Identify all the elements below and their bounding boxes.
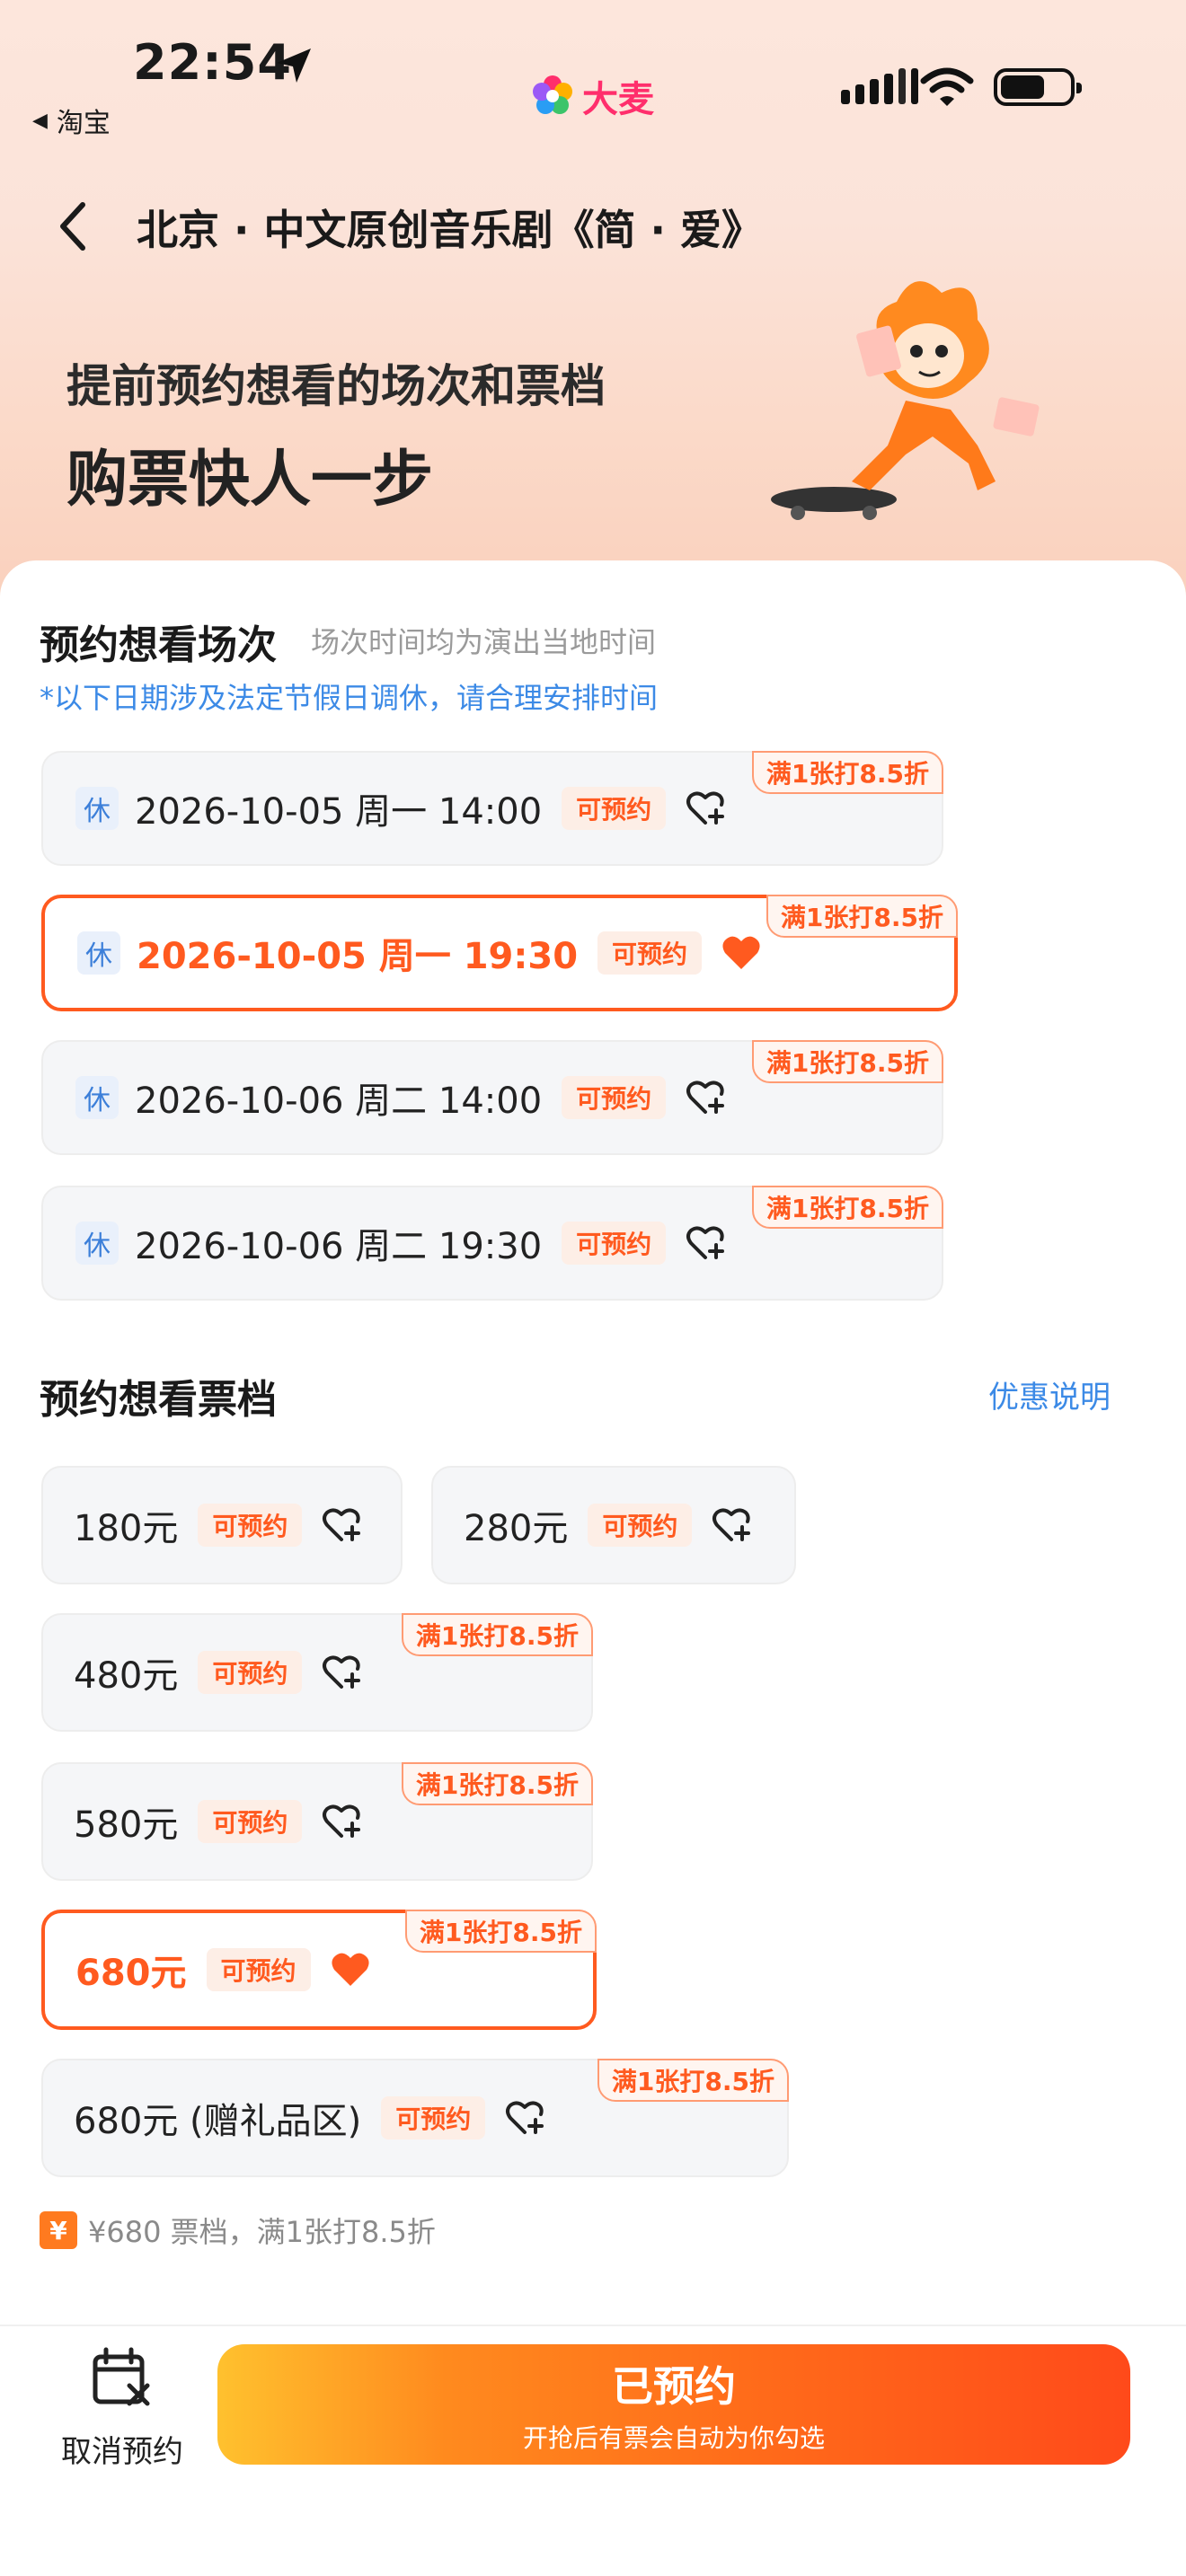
reserved-button-title: 已预约 bbox=[612, 2362, 736, 2411]
rest-day-badge: 休 bbox=[75, 1076, 119, 1119]
heart-filled-icon[interactable] bbox=[721, 935, 761, 971]
heart-add-icon[interactable] bbox=[712, 1507, 751, 1543]
session-option[interactable]: 休 2026-10-06 周二 14:00 可预约 满1张打8.5折 bbox=[41, 1040, 943, 1155]
price-label: 180元 bbox=[74, 1508, 179, 1549]
discount-tag: 满1张打8.5折 bbox=[751, 751, 943, 794]
promo-info-link[interactable]: 优惠说明 bbox=[988, 1372, 1111, 1416]
cancel-reservation-label: 取消预约 bbox=[61, 2434, 183, 2470]
discount-tag: 满1张打8.5折 bbox=[751, 1186, 943, 1229]
availability-badge: 可预约 bbox=[198, 1504, 303, 1547]
price-option-selected[interactable]: 680元 可预约 满1张打8.5折 bbox=[41, 1910, 597, 2030]
discount-tag: 满1张打8.5折 bbox=[597, 2059, 789, 2102]
heart-add-icon[interactable] bbox=[686, 1225, 725, 1261]
price-label: 580元 bbox=[74, 1804, 179, 1846]
brand-logo: 大麦 bbox=[530, 70, 654, 122]
heart-add-icon[interactable] bbox=[686, 1080, 725, 1116]
sessions-section-title: 预约想看场次 bbox=[40, 622, 277, 668]
rest-day-badge: 休 bbox=[75, 787, 119, 830]
price-label: 680元 (赠礼品区) bbox=[74, 2101, 362, 2142]
back-chevron-icon[interactable] bbox=[54, 199, 90, 253]
yen-coupon-icon: ¥ bbox=[40, 2211, 77, 2249]
discount-tag: 满1张打8.5折 bbox=[766, 895, 958, 938]
discount-tag: 满1张打8.5折 bbox=[401, 1762, 593, 1805]
back-app-label: 淘宝 bbox=[56, 108, 111, 139]
price-option[interactable]: 580元 可预约 满1张打8.5折 bbox=[41, 1762, 593, 1881]
session-datetime: 2026-10-05 周一 19:30 bbox=[137, 936, 579, 977]
availability-badge: 可预约 bbox=[588, 1504, 693, 1547]
discount-tag: 满1张打8.5折 bbox=[401, 1613, 593, 1656]
location-arrow-icon bbox=[277, 49, 311, 83]
battery-icon bbox=[994, 68, 1082, 106]
session-option[interactable]: 休 2026-10-06 周二 19:30 可预约 满1张打8.5折 bbox=[41, 1186, 943, 1301]
availability-badge: 可预约 bbox=[562, 1076, 667, 1119]
availability-badge: 可预约 bbox=[562, 787, 667, 830]
session-option-selected[interactable]: 休 2026-10-05 周一 19:30 可预约 满1张打8.5折 bbox=[41, 895, 958, 1011]
session-option[interactable]: 休 2026-10-05 周一 14:00 可预约 满1张打8.5折 bbox=[41, 751, 943, 866]
availability-badge: 可预约 bbox=[198, 1651, 303, 1694]
status-time: 22:54 bbox=[133, 34, 292, 91]
session-datetime: 2026-10-06 周二 19:30 bbox=[135, 1226, 543, 1267]
availability-badge: 可预约 bbox=[206, 1948, 311, 1991]
wifi-icon bbox=[920, 67, 974, 106]
back-triangle-icon: ◀ bbox=[32, 109, 48, 132]
heart-add-icon[interactable] bbox=[505, 2100, 544, 2136]
brand-flower-icon bbox=[533, 75, 572, 114]
discount-notice: ¥ ¥680 票档，满1张打8.5折 bbox=[40, 2210, 436, 2251]
hero-subtitle: 提前预约想看的场次和票档 bbox=[66, 360, 606, 412]
price-label: 680元 bbox=[75, 1953, 187, 1994]
price-option[interactable]: 680元 (赠礼品区) 可预约 满1张打8.5折 bbox=[41, 2059, 789, 2177]
price-label: 480元 bbox=[74, 1655, 179, 1697]
rest-day-badge: 休 bbox=[75, 1222, 119, 1265]
reserved-button-subtitle: 开抢后有票会自动为你勾选 bbox=[522, 2423, 825, 2453]
availability-badge: 可预约 bbox=[562, 1222, 667, 1265]
discount-tag: 满1张打8.5折 bbox=[751, 1040, 943, 1083]
price-option[interactable]: 180元 可预约 bbox=[41, 1466, 403, 1584]
availability-badge: 可预约 bbox=[198, 1800, 303, 1843]
mascot-illustration bbox=[771, 281, 1040, 520]
session-datetime: 2026-10-05 周一 14:00 bbox=[135, 791, 543, 833]
heart-add-icon[interactable] bbox=[322, 1804, 361, 1839]
status-bar: 22:54 ◀ 淘宝 大麦 bbox=[0, 0, 1186, 139]
brand-name: 大麦 bbox=[582, 79, 654, 120]
calendar-cancel-icon bbox=[93, 2347, 150, 2406]
prices-section-title: 预约想看票档 bbox=[40, 1377, 277, 1423]
availability-badge: 可预约 bbox=[597, 931, 703, 975]
heart-add-icon[interactable] bbox=[686, 790, 725, 826]
heart-add-icon[interactable] bbox=[322, 1507, 361, 1543]
heart-filled-icon[interactable] bbox=[331, 1952, 370, 1988]
hero-headline: 购票快人一步 bbox=[66, 445, 434, 516]
session-datetime: 2026-10-06 周二 14:00 bbox=[135, 1081, 543, 1122]
price-label: 280元 bbox=[464, 1508, 569, 1549]
back-to-app[interactable]: ◀ 淘宝 bbox=[32, 101, 111, 140]
price-option[interactable]: 280元 可预约 bbox=[431, 1466, 796, 1584]
rest-day-badge: 休 bbox=[77, 931, 120, 975]
price-option[interactable]: 480元 可预约 满1张打8.5折 bbox=[41, 1613, 593, 1732]
cancel-reservation-button[interactable]: 取消预约 bbox=[50, 2346, 194, 2481]
holiday-note: *以下日期涉及法定节假日调休，请合理安排时间 bbox=[40, 681, 659, 715]
reserved-button[interactable]: 已预约 开抢后有票会自动为你勾选 bbox=[217, 2344, 1130, 2465]
discount-notice-text: ¥680 票档，满1张打8.5折 bbox=[88, 2215, 436, 2249]
availability-badge: 可预约 bbox=[381, 2096, 486, 2139]
sessions-section-subtitle: 场次时间均为演出当地时间 bbox=[311, 625, 657, 659]
heart-add-icon[interactable] bbox=[322, 1654, 361, 1690]
discount-tag: 满1张打8.5折 bbox=[404, 1910, 597, 1953]
page-title: 北京 · 中文原创音乐剧《简 · 爱》 bbox=[137, 206, 764, 254]
cellular-signal-icon bbox=[841, 68, 918, 104]
